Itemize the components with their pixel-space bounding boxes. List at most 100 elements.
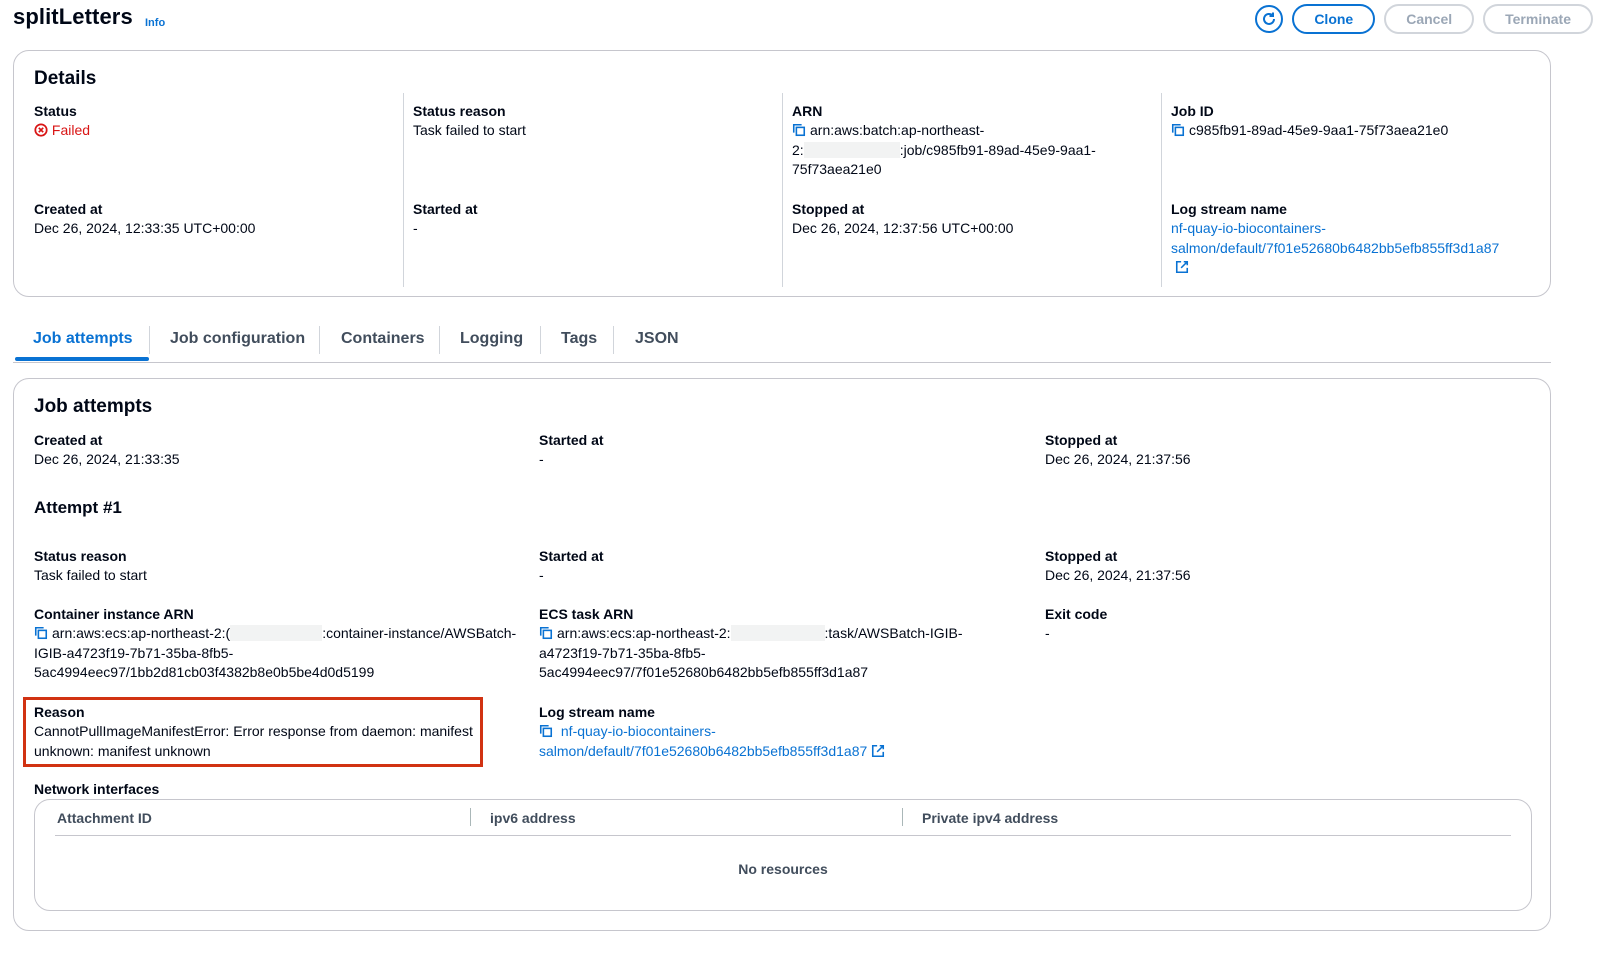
started-at-value: - bbox=[539, 567, 544, 583]
refresh-icon bbox=[1263, 12, 1276, 25]
stopped-at-label: Stopped at bbox=[1045, 432, 1118, 448]
copy-icon[interactable] bbox=[539, 724, 553, 738]
cancel-button[interactable]: Cancel bbox=[1384, 4, 1475, 34]
external-link-icon[interactable] bbox=[871, 744, 885, 758]
divider bbox=[782, 93, 783, 287]
tab-job-attempts[interactable]: Job attempts bbox=[33, 330, 133, 348]
tab-separator bbox=[613, 326, 614, 354]
started-at-value: - bbox=[539, 451, 544, 467]
tab-json[interactable]: JSON bbox=[635, 330, 679, 348]
arn-field: ARN arn:aws:batch:ap-northeast- 2::job/c… bbox=[792, 102, 1096, 180]
arn-line: IGIB-a4723f19-7b71-35ba-8fb5- bbox=[34, 644, 234, 661]
reason-label: Reason bbox=[34, 704, 85, 720]
attempt-title: Attempt #1 bbox=[34, 498, 122, 517]
log-stream-link[interactable]: nf-quay-io-biocontainers- salmon/default… bbox=[539, 722, 885, 761]
started-at-value: - bbox=[413, 220, 418, 236]
arn-line: a4723f19-7b71-35ba-8fb5- bbox=[539, 644, 706, 661]
external-link-icon[interactable] bbox=[1175, 260, 1189, 274]
copy-icon[interactable] bbox=[34, 626, 48, 640]
tab-separator bbox=[439, 326, 440, 354]
log-stream-link[interactable]: nf-quay-io-biocontainers- salmon/default… bbox=[1171, 219, 1499, 278]
stopped-at-label: Stopped at bbox=[792, 201, 865, 217]
log-stream-field: Log stream name nf-quay-io-biocontainers… bbox=[1171, 200, 1499, 278]
started-at-field: Started at - bbox=[413, 200, 478, 239]
status-field: Status Failed bbox=[34, 102, 90, 141]
stopped-at-field: Stopped at Dec 26, 2024, 12:37:56 UTC+00… bbox=[792, 200, 1013, 239]
column-separator bbox=[470, 808, 471, 826]
ecs-task-arn-label: ECS task ARN bbox=[539, 606, 634, 622]
created-at-value: Dec 26, 2024, 21:33:35 bbox=[34, 451, 180, 467]
redacted-account bbox=[230, 625, 323, 641]
status-label: Status bbox=[34, 103, 77, 119]
reason-value: CannotPullImageManifestError: Error resp… bbox=[34, 722, 473, 761]
tab-tags[interactable]: Tags bbox=[561, 330, 597, 348]
copy-icon[interactable] bbox=[539, 626, 553, 640]
created-at-value: Dec 26, 2024, 12:33:35 UTC+00:00 bbox=[34, 220, 256, 236]
status-reason-field: Status reason Task failed to start bbox=[413, 102, 526, 141]
log-stream-line: nf-quay-io-biocontainers- bbox=[560, 723, 716, 739]
attempt-status-reason-field: Status reason Task failed to start bbox=[34, 547, 147, 586]
arn-line: 5ac4994eec97/1bb2d81cb03f4382b8e0b5be4d0… bbox=[34, 664, 375, 680]
info-link[interactable]: Info bbox=[145, 17, 165, 29]
table-empty-state: No resources bbox=[738, 861, 828, 877]
arn-line: :container-instance/AWSBatch- bbox=[322, 625, 517, 641]
started-at-label: Started at bbox=[413, 201, 478, 217]
attempts-created-field: Created at Dec 26, 2024, 21:33:35 bbox=[34, 431, 180, 470]
job-attempts-title: Job attempts bbox=[34, 396, 153, 417]
log-stream-label: Log stream name bbox=[1171, 201, 1287, 217]
job-attempts-card: Job attempts Created at Dec 26, 2024, 21… bbox=[13, 378, 1551, 931]
status-text: Failed bbox=[51, 122, 91, 138]
stopped-at-value: Dec 26, 2024, 21:37:56 bbox=[1045, 451, 1191, 467]
page-title: splitLetters bbox=[13, 4, 133, 29]
terminate-button[interactable]: Terminate bbox=[1483, 4, 1593, 34]
tab-bar: Job attempts Job configuration Container… bbox=[13, 322, 1551, 363]
status-value: Failed bbox=[34, 121, 90, 141]
status-reason-value: Task failed to start bbox=[34, 567, 147, 583]
arn-line: arn:aws:ecs:ap-northeast-2: bbox=[557, 625, 731, 641]
column-header-ipv6[interactable]: ipv6 address bbox=[490, 810, 576, 826]
details-card: Details Status Failed Status reason Task… bbox=[13, 50, 1551, 297]
network-interfaces-table: Attachment ID ipv6 address Private ipv4 … bbox=[34, 799, 1532, 911]
started-at-label: Started at bbox=[539, 432, 604, 448]
attempts-stopped-field: Stopped at Dec 26, 2024, 21:37:56 bbox=[1045, 431, 1191, 470]
divider bbox=[1161, 93, 1162, 287]
arn-line: 5ac4994eec97/7f01e52680b6482bb5efb855ff3… bbox=[539, 664, 869, 680]
network-interfaces-label: Network interfaces bbox=[34, 781, 160, 797]
header-actions: Clone Cancel Terminate bbox=[1255, 4, 1593, 34]
tab-containers[interactable]: Containers bbox=[341, 330, 425, 348]
status-reason-label: Status reason bbox=[413, 103, 506, 119]
refresh-button[interactable] bbox=[1255, 5, 1284, 33]
copy-icon[interactable] bbox=[1171, 123, 1185, 137]
tab-separator bbox=[149, 326, 150, 354]
copy-icon[interactable] bbox=[792, 123, 806, 137]
details-title: Details bbox=[34, 68, 97, 89]
active-tab-indicator bbox=[15, 357, 149, 361]
job-id-value: c985fb91-89ad-45e9-9aa1-75f73aea21e0 bbox=[1171, 121, 1448, 141]
arn-line: 2: bbox=[792, 141, 804, 158]
started-at-label: Started at bbox=[539, 548, 604, 564]
arn-line: 75f73aea21e0 bbox=[792, 161, 882, 177]
exit-code-label: Exit code bbox=[1045, 606, 1108, 622]
log-stream-line: salmon/default/7f01e52680b6482bb5efb855f… bbox=[539, 742, 868, 759]
table-header-divider bbox=[55, 835, 1511, 836]
ecs-task-arn-value: arn:aws:ecs:ap-northeast-2::task/AWSBatc… bbox=[539, 624, 963, 683]
clone-button[interactable]: Clone bbox=[1292, 4, 1376, 34]
ecs-task-arn-field: ECS task ARN arn:aws:ecs:ap-northeast-2:… bbox=[539, 605, 963, 683]
redacted-account bbox=[803, 141, 900, 158]
error-icon bbox=[34, 123, 48, 137]
stopped-at-value: Dec 26, 2024, 12:37:56 UTC+00:00 bbox=[792, 220, 1014, 236]
column-header-ipv4[interactable]: Private ipv4 address bbox=[922, 810, 1058, 826]
reason-line: CannotPullImageManifestError: Error resp… bbox=[34, 723, 473, 739]
exit-code-value: - bbox=[1045, 625, 1050, 641]
tab-separator bbox=[319, 326, 320, 354]
page-header: splitLetters Info Clone Cancel Terminate bbox=[13, 0, 1603, 40]
container-arn-field: Container instance ARN arn:aws:ecs:ap-no… bbox=[34, 605, 516, 683]
tab-logging[interactable]: Logging bbox=[460, 330, 523, 348]
job-id-text: c985fb91-89ad-45e9-9aa1-75f73aea21e0 bbox=[1189, 122, 1449, 138]
arn-value: arn:aws:batch:ap-northeast- 2::job/c985f… bbox=[792, 121, 1096, 180]
tab-job-configuration[interactable]: Job configuration bbox=[170, 330, 305, 348]
column-header-attachment-id[interactable]: Attachment ID bbox=[57, 810, 152, 826]
created-at-field: Created at Dec 26, 2024, 12:33:35 UTC+00… bbox=[34, 200, 255, 239]
log-stream-line: nf-quay-io-biocontainers- bbox=[1171, 220, 1326, 236]
attempt-stopped-field: Stopped at Dec 26, 2024, 21:37:56 bbox=[1045, 547, 1191, 586]
